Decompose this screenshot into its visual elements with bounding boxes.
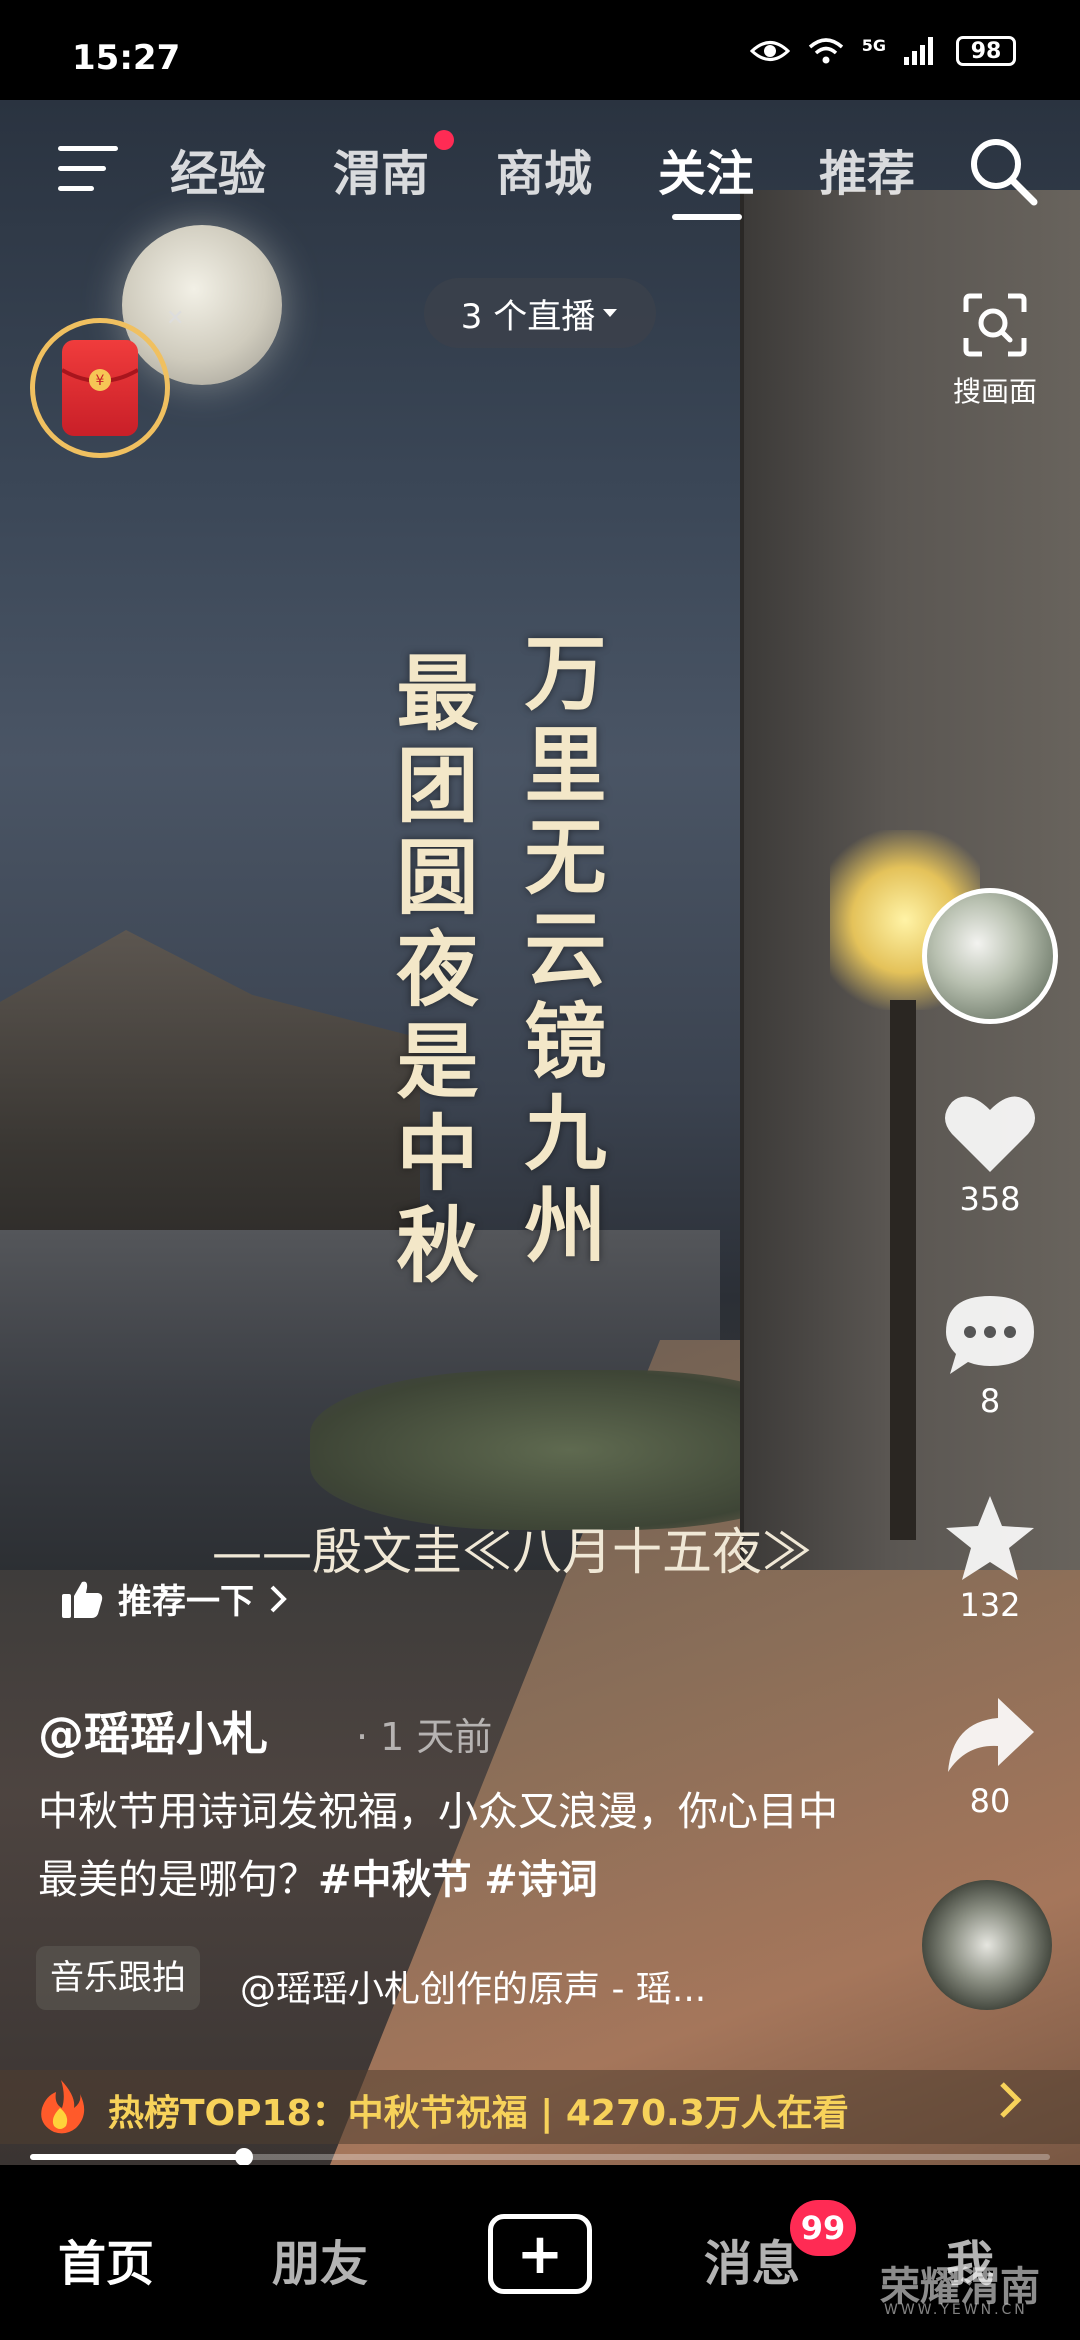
live-button[interactable]: 3 个直播: [424, 278, 656, 348]
messages-badge: 99: [790, 2200, 856, 2256]
battery-indicator: 98: [956, 36, 1016, 66]
caret-down-icon: [603, 309, 618, 317]
status-icons: 5G 98: [749, 36, 1016, 66]
favorite-count: 132: [959, 1586, 1021, 1624]
bottom-tab-messages[interactable]: 消息: [704, 2224, 800, 2294]
star-icon: [946, 1496, 1034, 1580]
chevron-right-icon[interactable]: [996, 2078, 1024, 2122]
wifi-icon: [808, 38, 843, 64]
red-packet-close-icon[interactable]: ✕: [166, 306, 184, 331]
like-button[interactable]: 358: [930, 1090, 1050, 1218]
post-time: · 1 天前: [356, 1715, 493, 1759]
svg-text:¥: ¥: [96, 373, 105, 389]
hot-list-text[interactable]: 热榜TOP18：中秋节祝福 | 4270.3万人在看: [108, 2084, 849, 2136]
music-follow-tag[interactable]: 音乐跟拍: [36, 1946, 200, 2010]
post-caption[interactable]: 中秋节用诗词发祝福，小众又浪漫，你心目中最美的是哪句？#中秋节 #诗词: [38, 1778, 838, 1914]
recommend-label: 推荐一下: [118, 1582, 254, 1622]
network-label: 5G: [861, 36, 886, 55]
hashtag-poetry[interactable]: #诗词: [484, 1857, 598, 1903]
video-progress-fill: [30, 2154, 244, 2160]
watermark-sub: WWW.YEWN.CN: [884, 2302, 1028, 2318]
scan-search-icon[interactable]: [962, 292, 1028, 358]
tab-weinan[interactable]: 渭南: [333, 134, 429, 204]
search-icon[interactable]: [966, 134, 1040, 208]
comment-icon: [946, 1296, 1034, 1374]
bottom-tab-friends[interactable]: 朋友: [272, 2224, 368, 2294]
hashtag-mid-autumn[interactable]: #中秋节: [318, 1857, 472, 1903]
comment-count: 8: [979, 1382, 1001, 1420]
lamp-pole: [890, 1000, 916, 1540]
signal-icon: [904, 37, 933, 65]
tab-recommend[interactable]: 推荐: [819, 134, 915, 204]
tab-following-underline: [672, 214, 742, 220]
tab-experience[interactable]: 经验: [170, 134, 266, 204]
tab-mall[interactable]: 商城: [496, 134, 592, 204]
share-count: 80: [969, 1782, 1011, 1820]
poem-line-right: 万里无云镜九州: [510, 630, 606, 1274]
chevron-right-icon: [270, 1585, 287, 1612]
bottom-tab-home[interactable]: 首页: [58, 2224, 154, 2294]
red-packet-icon[interactable]: ¥: [60, 340, 140, 436]
fire-icon: [41, 2080, 85, 2134]
poem-line-left: 最团圆夜是中秋: [382, 650, 478, 1294]
video-progress-knob[interactable]: [235, 2148, 253, 2166]
recommend-button[interactable]: 推荐一下: [60, 1574, 288, 1623]
status-time: 15:27: [72, 38, 181, 78]
live-label: 3 个直播: [460, 296, 596, 337]
status-bar: 15:27 5G 98: [0, 0, 1080, 100]
thumbs-up-icon: [62, 1581, 103, 1618]
music-disc[interactable]: [922, 1880, 1052, 2010]
author-avatar[interactable]: [922, 888, 1058, 1024]
share-icon: [948, 1698, 1034, 1772]
post-time-text: 1 天前: [380, 1715, 493, 1759]
menu-icon[interactable]: [58, 146, 118, 192]
comment-button[interactable]: 8: [930, 1292, 1050, 1420]
tab-weinan-dot: [434, 130, 454, 150]
share-button[interactable]: 80: [930, 1692, 1050, 1820]
author-name[interactable]: @瑶瑶小札: [38, 1698, 268, 1764]
music-title[interactable]: @瑶瑶小札创作的原声 - 瑶...: [240, 1960, 706, 2012]
eye-icon: [749, 41, 790, 61]
poem-source: ——殷文圭≪八月十五夜≫: [212, 1523, 812, 1581]
scan-search-label[interactable]: 搜画面: [940, 370, 1050, 410]
tab-following[interactable]: 关注: [658, 134, 754, 204]
favorite-button[interactable]: 132: [930, 1492, 1050, 1624]
create-button[interactable]: +: [488, 2214, 592, 2294]
like-count: 358: [959, 1180, 1021, 1218]
heart-icon: [945, 1096, 1035, 1172]
